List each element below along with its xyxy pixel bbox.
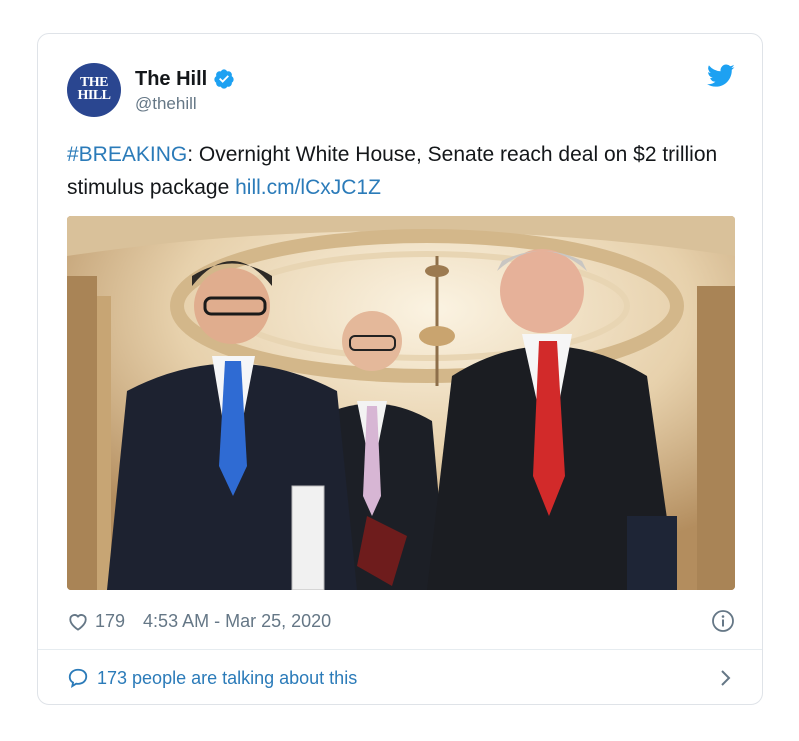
- twitter-bird-icon[interactable]: [707, 64, 735, 88]
- talking-about-link[interactable]: 173 people are talking about this: [67, 664, 735, 692]
- avatar[interactable]: THE HILL: [67, 63, 121, 117]
- timestamp[interactable]: 4:53 AM - Mar 25, 2020: [143, 611, 331, 632]
- avatar-text-line2: HILL: [77, 88, 111, 103]
- display-name[interactable]: The Hill: [135, 68, 207, 91]
- photo-scene: [67, 216, 735, 590]
- handle[interactable]: @thehill: [135, 94, 235, 114]
- hashtag-link[interactable]: #BREAKING: [67, 143, 187, 166]
- tweet-meta: 179 4:53 AM - Mar 25, 2020: [67, 608, 735, 634]
- author-block[interactable]: The Hill @thehill: [135, 66, 235, 114]
- tweet-photo[interactable]: [67, 216, 735, 590]
- heart-outline-icon[interactable]: [67, 611, 89, 631]
- tweet-text: #BREAKING: Overnight White House, Senate…: [67, 138, 735, 204]
- tweet-header: THE HILL The Hill @thehill: [67, 62, 735, 118]
- tweet-card[interactable]: THE HILL The Hill @thehill #BREAKING: Ov…: [37, 33, 763, 705]
- like-count[interactable]: 179: [95, 611, 125, 632]
- verified-badge-icon: [214, 69, 234, 89]
- speech-bubble-icon: [68, 668, 88, 688]
- divider: [38, 649, 762, 650]
- info-circle-icon[interactable]: [711, 609, 735, 633]
- display-name-row: The Hill: [135, 66, 235, 92]
- chevron-right-icon[interactable]: [719, 667, 733, 689]
- tweet-url-link[interactable]: hill.cm/lCxJC1Z: [235, 176, 381, 199]
- talking-about-label[interactable]: 173 people are talking about this: [97, 668, 357, 689]
